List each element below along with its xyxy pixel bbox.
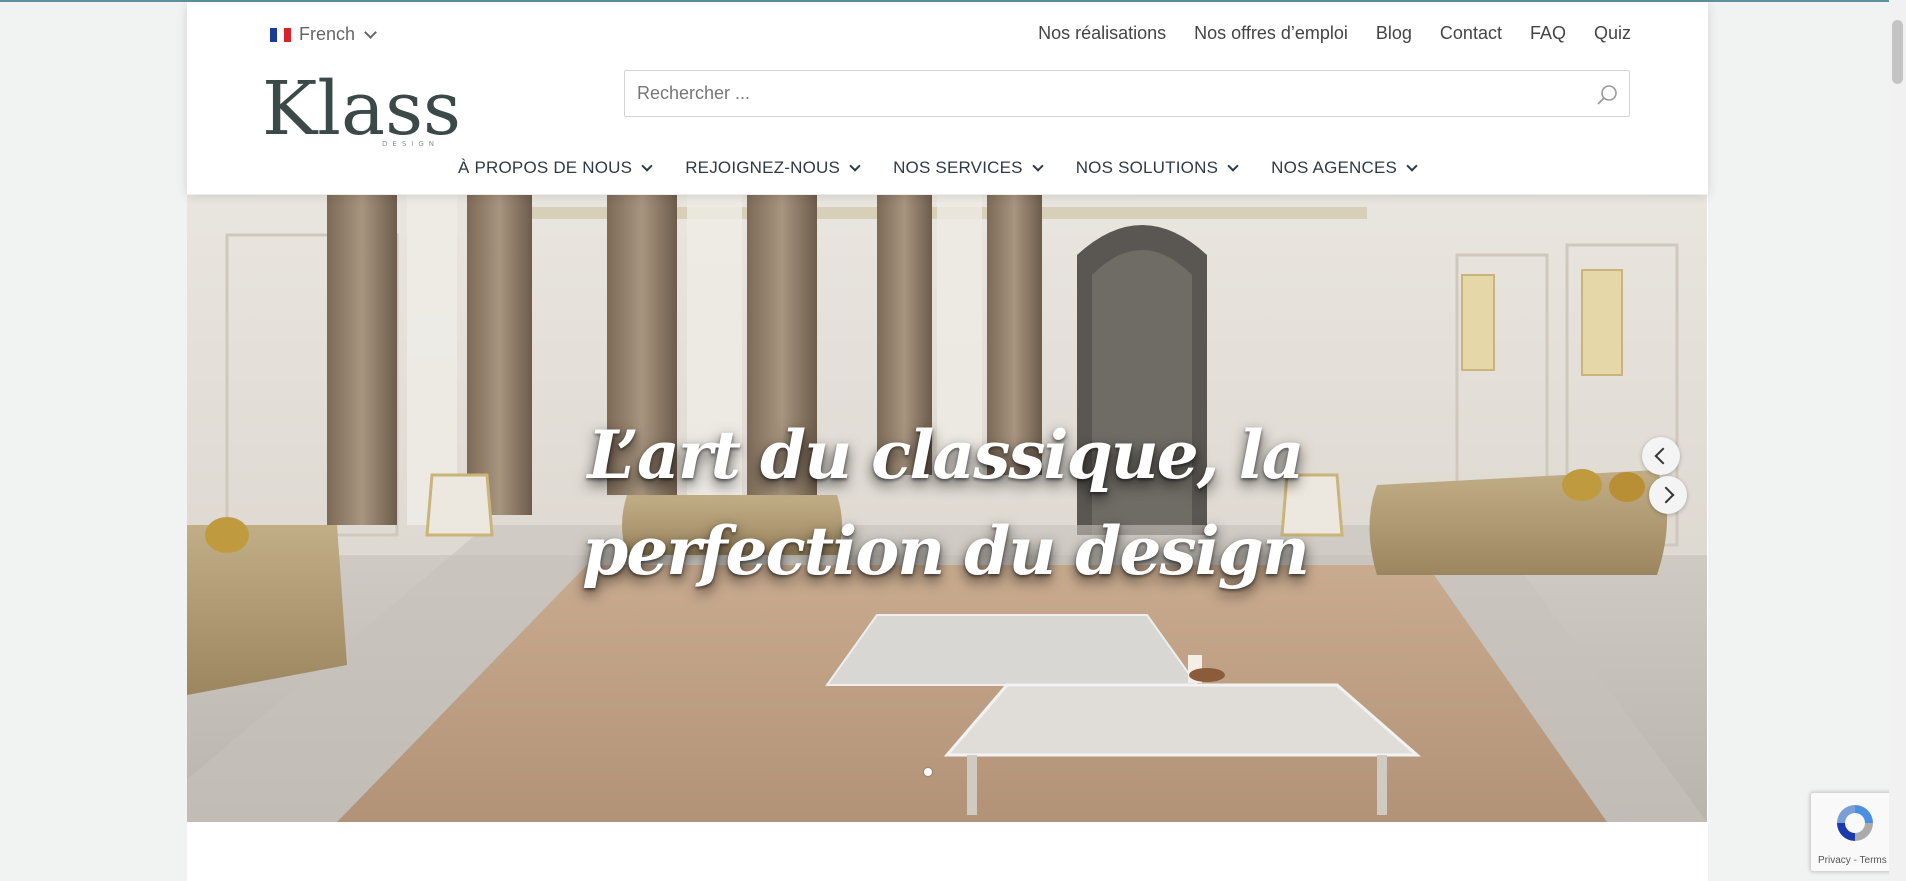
language-label: French xyxy=(299,24,356,44)
recaptcha-terms-link[interactable]: Terms xyxy=(1860,855,1887,866)
util-link-blog[interactable]: Blog xyxy=(1376,23,1412,44)
nav-item-label: NOS AGENCES xyxy=(1271,158,1398,177)
recaptcha-icon xyxy=(1837,805,1873,841)
recaptcha-separator: - xyxy=(1850,855,1860,866)
nav-item-nos-services[interactable]: NOS SERVICES xyxy=(893,158,1044,178)
page-container: French Nos réalisations Nos offres d’emp… xyxy=(187,2,1708,881)
util-link-contact[interactable]: Contact xyxy=(1440,23,1502,44)
utility-nav: Nos réalisations Nos offres d’emploi Blo… xyxy=(1038,23,1631,44)
chevron-down-icon xyxy=(1032,160,1044,172)
logo-text: Klass xyxy=(262,66,461,150)
nav-item-nos-solutions[interactable]: NOS SOLUTIONS xyxy=(1075,158,1239,178)
nav-item-label: REJOIGNEZ-NOUS xyxy=(685,158,841,177)
chevron-left-icon xyxy=(1654,447,1672,465)
recaptcha-terms: Privacy - Terms xyxy=(1818,855,1887,866)
nav-item-label: À PROPOS DE NOUS xyxy=(458,158,633,177)
nav-item-a-propos[interactable]: À PROPOS DE NOUS xyxy=(458,158,653,178)
recaptcha-privacy-link[interactable]: Privacy xyxy=(1818,855,1851,866)
search-box xyxy=(624,70,1630,117)
slider-prev-button[interactable] xyxy=(1642,437,1680,475)
util-link-faq[interactable]: FAQ xyxy=(1530,23,1566,44)
scrollbar-thumb[interactable] xyxy=(1892,20,1903,84)
hero-slider: L’art du classique, la perfection du des… xyxy=(187,195,1707,822)
page-scrollbar[interactable] xyxy=(1889,0,1906,881)
chevron-right-icon xyxy=(1657,486,1675,504)
util-link-quiz[interactable]: Quiz xyxy=(1594,23,1631,44)
chevron-down-icon xyxy=(641,160,653,172)
language-switcher[interactable]: French xyxy=(270,24,377,45)
chevron-down-icon xyxy=(1227,160,1239,172)
slider-next-button[interactable] xyxy=(1649,476,1687,514)
main-nav: À PROPOS DE NOUS REJOIGNEZ-NOUS NOS SERV… xyxy=(458,158,1418,178)
util-link-offres-emploi[interactable]: Nos offres d’emploi xyxy=(1194,23,1348,44)
util-link-realisations[interactable]: Nos réalisations xyxy=(1038,23,1166,44)
nav-item-rejoignez-nous[interactable]: REJOIGNEZ-NOUS xyxy=(685,158,861,178)
chevron-down-icon xyxy=(849,160,861,172)
klass-design-logo[interactable]: Klass DESIGN xyxy=(262,64,462,150)
nav-item-nos-agences[interactable]: NOS AGENCES xyxy=(1271,158,1418,178)
nav-item-label: NOS SOLUTIONS xyxy=(1075,158,1219,177)
site-header: French Nos réalisations Nos offres d’emp… xyxy=(187,2,1708,194)
chevron-down-icon xyxy=(1406,160,1418,172)
france-flag-icon xyxy=(270,27,291,42)
logo-subtext: DESIGN xyxy=(382,140,439,148)
hero-title: L’art du classique, la perfection du des… xyxy=(582,416,1310,590)
chevron-down-icon xyxy=(364,26,377,39)
recaptcha-badge[interactable]: Privacy - Terms xyxy=(1810,792,1900,872)
slider-dot[interactable] xyxy=(924,768,932,776)
search-input[interactable] xyxy=(625,71,1569,116)
search-icon[interactable] xyxy=(1595,83,1619,107)
nav-item-label: NOS SERVICES xyxy=(893,158,1023,177)
